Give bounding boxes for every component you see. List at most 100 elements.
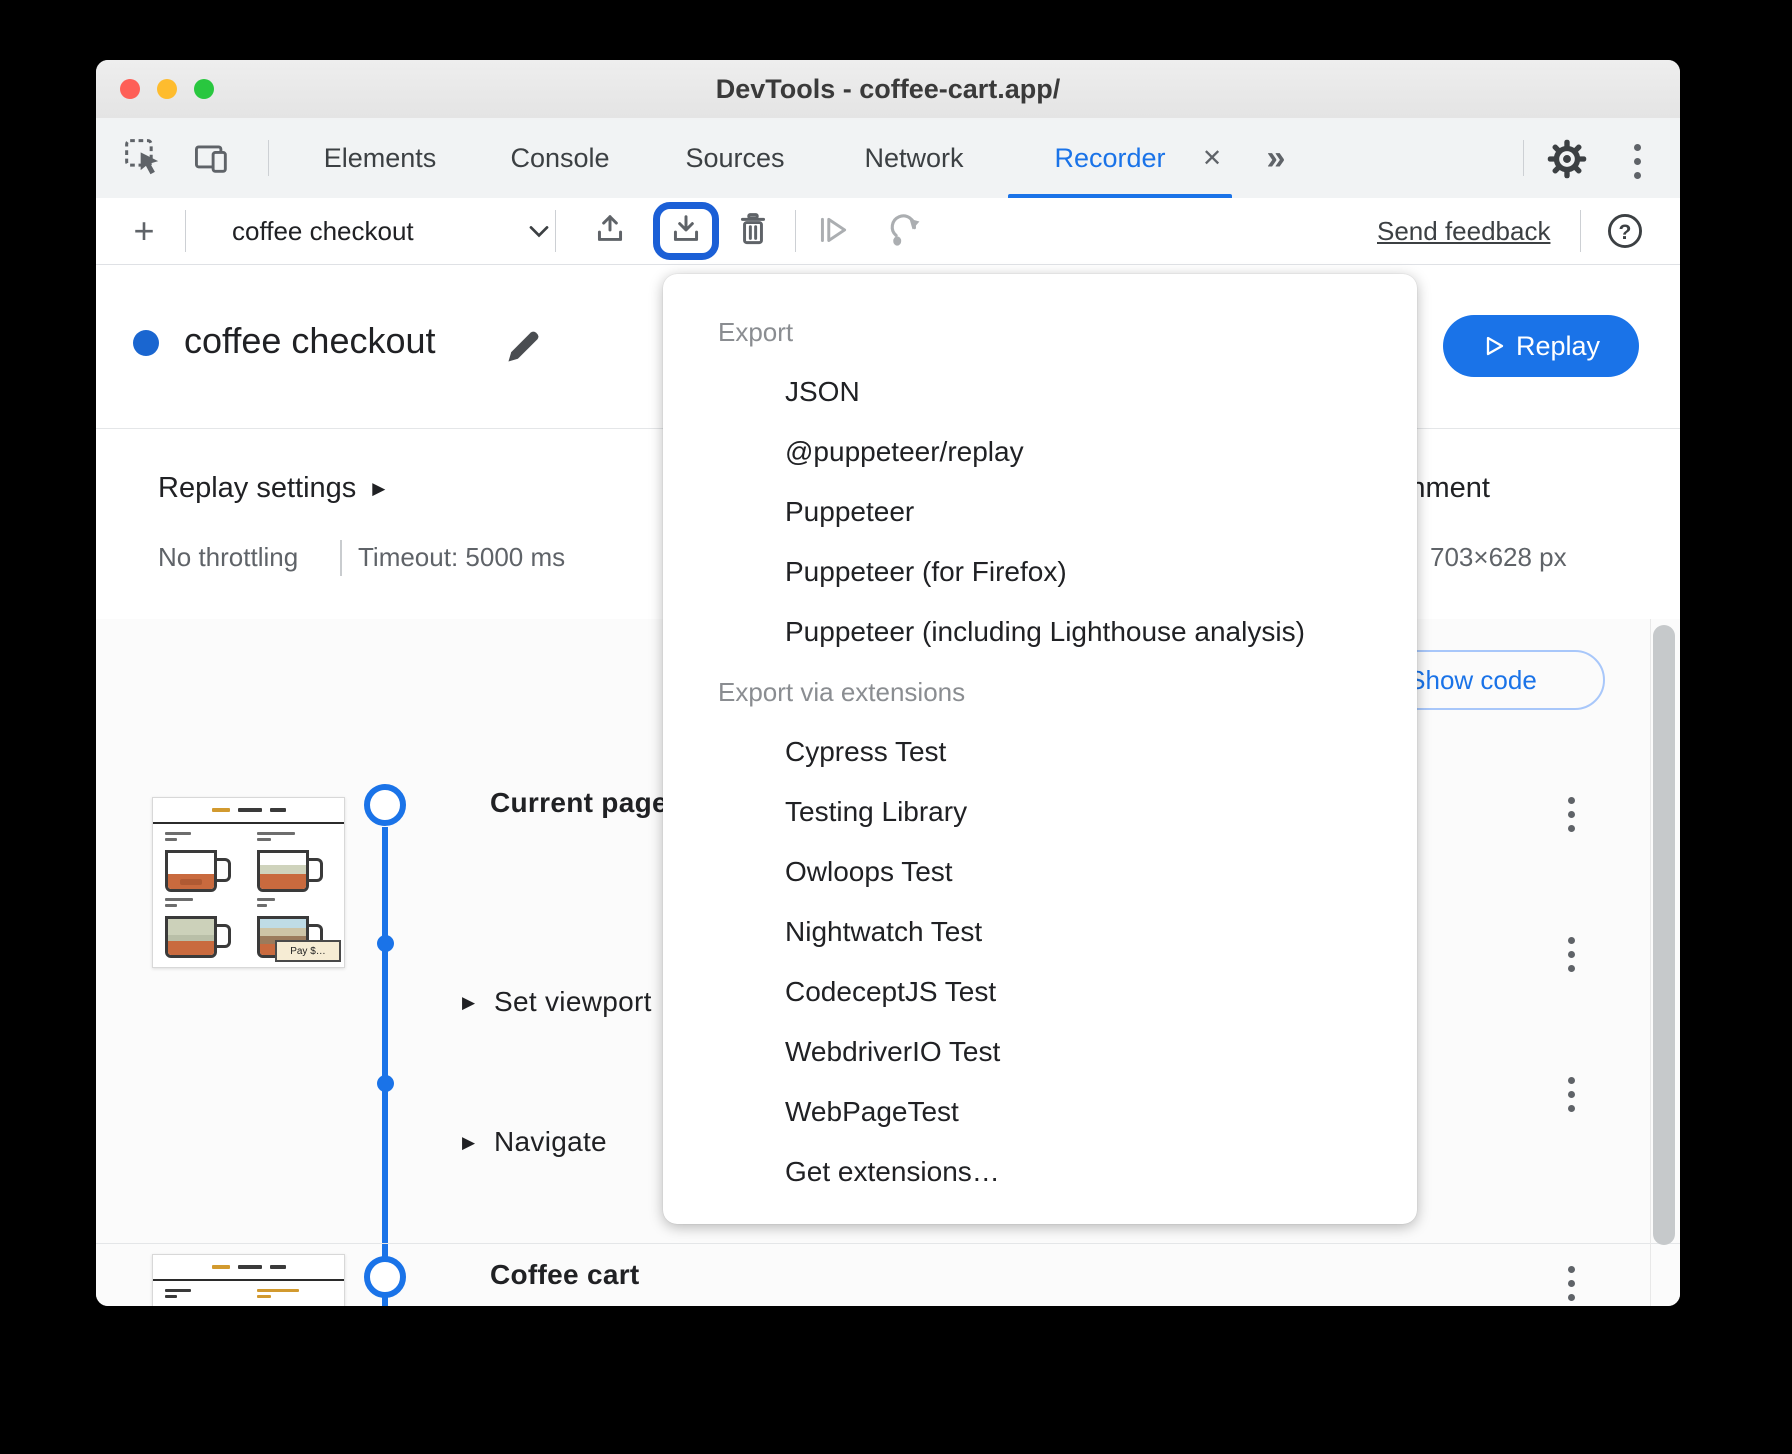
menu-item-puppeteer-lighthouse[interactable]: Puppeteer (including Lighthouse analysis… (663, 602, 1417, 662)
send-feedback-link[interactable]: Send feedback (1377, 198, 1550, 264)
group-divider (96, 1243, 1680, 1244)
timeline-step-node[interactable] (377, 935, 394, 952)
tab-console[interactable]: Console (505, 118, 615, 198)
step-row-navigate[interactable]: Navigate (494, 1126, 607, 1158)
page-thumbnail: Pay $… (152, 797, 345, 968)
menu-item-cypress[interactable]: Cypress Test (663, 722, 1417, 782)
step-options-kebab-icon[interactable] (1567, 797, 1575, 832)
replay-play-icon (1482, 334, 1506, 358)
thumbnail-cup-handle (215, 858, 231, 882)
export-menu-section-header: Export via extensions (663, 662, 1417, 722)
thumbnail-label (165, 1289, 195, 1301)
menu-item-testing-library[interactable]: Testing Library (663, 782, 1417, 842)
thumbnail-label (257, 1289, 301, 1301)
timeline-line (382, 827, 388, 1306)
tab-recorder[interactable]: Recorder (1035, 118, 1185, 198)
caret-right-icon[interactable]: ▶ (462, 993, 475, 1013)
thumbnail-nav-item (238, 1265, 262, 1269)
menu-item-puppeteer[interactable]: Puppeteer (663, 482, 1417, 542)
caret-right-icon: ▶ (372, 479, 385, 499)
step-options-kebab-icon[interactable] (1567, 1266, 1575, 1301)
settings-gear-icon[interactable] (1546, 138, 1588, 180)
devtools-menu-kebab-icon[interactable] (1633, 144, 1641, 179)
menu-item-owloops[interactable]: Owloops Test (663, 842, 1417, 902)
export-menu: Export JSON @puppeteer/replay Puppeteer … (663, 274, 1417, 1224)
svg-text:?: ? (1619, 221, 1632, 244)
resume-replay-icon[interactable] (882, 198, 928, 264)
replay-button[interactable]: Replay (1443, 315, 1639, 377)
chevron-down-icon (528, 224, 550, 240)
page-thumbnail (152, 1254, 345, 1306)
toolbar-divider (1523, 140, 1524, 176)
thumbnail-cup-handle (307, 858, 323, 882)
recording-select[interactable]: coffee checkout (196, 198, 576, 264)
menu-item-puppeteer-firefox[interactable]: Puppeteer (for Firefox) (663, 542, 1417, 602)
recording-status-dot (133, 330, 159, 356)
thumbnail-navbar (153, 1255, 344, 1281)
recording-select-value: coffee checkout (232, 216, 414, 247)
menu-item-webdriverio[interactable]: WebdriverIO Test (663, 1022, 1417, 1082)
caret-right-icon[interactable]: ▶ (462, 1133, 475, 1153)
toolbar-divider (185, 210, 186, 252)
thumbnail-cup-handle (215, 924, 231, 948)
devtools-window: DevTools - coffee-cart.app/ Elements Con… (96, 60, 1680, 1306)
delete-recording-icon[interactable] (731, 198, 775, 264)
more-tabs-icon[interactable]: » (1248, 118, 1304, 198)
timeline-group-node[interactable] (364, 784, 406, 826)
thumbnail-navbar (153, 798, 344, 824)
replay-step-icon[interactable] (811, 198, 855, 264)
thumbnail-pay-button: Pay $… (275, 940, 341, 962)
step-row-set-viewport[interactable]: Set viewport (494, 986, 652, 1018)
thumbnail-coffee-cup (165, 850, 217, 892)
toolbar-divider (555, 210, 556, 252)
menu-item-get-extensions[interactable]: Get extensions… (663, 1142, 1417, 1202)
menu-item-codeceptjs[interactable]: CodeceptJS Test (663, 962, 1417, 1022)
window-title: DevTools - coffee-cart.app/ (96, 74, 1680, 105)
recorder-toolbar: + coffee checkout (96, 198, 1680, 265)
settings-divider (340, 540, 342, 576)
scrollbar-track-border (1650, 619, 1651, 1306)
toolbar-divider (268, 140, 269, 176)
export-menu-section-header: Export (663, 302, 1417, 362)
tab-sources[interactable]: Sources (678, 118, 792, 198)
replay-settings-label: Replay settings (158, 472, 356, 505)
thumbnail-coffee-cup (257, 850, 309, 892)
step-options-kebab-icon[interactable] (1567, 1077, 1575, 1112)
menu-item-json[interactable]: JSON (663, 362, 1417, 422)
toolbar-divider (795, 210, 796, 252)
scrollbar-thumb[interactable] (1653, 625, 1675, 1245)
inspect-element-icon[interactable] (122, 136, 164, 178)
timeout-value: Timeout: 5000 ms (358, 542, 565, 573)
help-icon[interactable]: ? (1602, 198, 1648, 264)
thumbnail-label (257, 832, 297, 844)
viewport-size-value: 703×628 px (1430, 542, 1567, 573)
toggle-device-toolbar-icon[interactable] (192, 138, 232, 178)
step-row-coffee-cart[interactable]: Coffee cart (490, 1259, 640, 1291)
step-options-kebab-icon[interactable] (1567, 937, 1575, 972)
thumbnail-label (165, 898, 195, 910)
step-row-current-page[interactable]: Current page (490, 787, 668, 819)
replay-button-label: Replay (1516, 331, 1600, 362)
throttling-value: No throttling (158, 542, 298, 573)
thumbnail-nav-item (212, 808, 230, 812)
menu-item-nightwatch[interactable]: Nightwatch Test (663, 902, 1417, 962)
timeline-step-node[interactable] (377, 1075, 394, 1092)
recording-title: coffee checkout (184, 320, 436, 362)
import-recording-icon[interactable] (588, 198, 632, 264)
menu-item-puppeteer-replay[interactable]: @puppeteer/replay (663, 422, 1417, 482)
menu-item-webpagetest[interactable]: WebPageTest (663, 1082, 1417, 1142)
edit-title-pencil-icon[interactable] (504, 326, 544, 366)
tab-network[interactable]: Network (856, 118, 972, 198)
thumbnail-nav-item (270, 1265, 286, 1269)
close-recorder-tab-icon[interactable]: ✕ (1192, 118, 1232, 198)
thumbnail-label (165, 832, 195, 844)
tab-elements[interactable]: Elements (314, 118, 446, 198)
timeline-group-node[interactable] (364, 1256, 406, 1298)
thumbnail-nav-item (270, 808, 286, 812)
thumbnail-nav-item (238, 808, 262, 812)
export-recording-icon[interactable] (664, 198, 708, 264)
replay-settings-toggle[interactable]: Replay settings ▶ (158, 472, 385, 505)
toolbar-divider (1580, 210, 1581, 252)
thumbnail-label (257, 898, 287, 910)
add-recording-button[interactable]: + (122, 198, 166, 264)
